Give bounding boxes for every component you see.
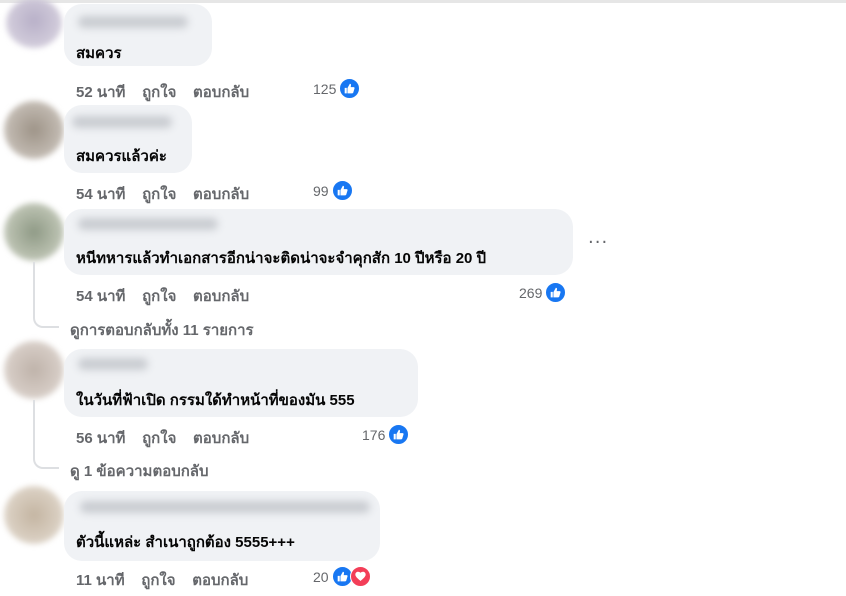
heart-icon [349, 566, 371, 587]
avatar[interactable] [4, 203, 64, 261]
comment-actions: 54 นาที ถูกใจ ตอบกลับ [76, 284, 249, 308]
more-options-icon[interactable]: ··· [588, 232, 608, 253]
commenter-name-blurred[interactable] [72, 116, 172, 128]
comment-text: ตัวนี้แหล่ะ สำเนาถูกต้อง 5555+++ [76, 534, 295, 551]
reaction-count[interactable]: 20 [313, 566, 371, 587]
reaction-number: 20 [313, 568, 329, 585]
thumbs-up-icon [388, 424, 410, 445]
comment-time[interactable]: 54 นาที [76, 186, 125, 203]
reply-thread-line [33, 400, 59, 469]
avatar[interactable] [4, 486, 64, 544]
comment-text: หนีทหารแล้วทำเอกสารอีกน่าจะติดน่าจะจำคุก… [76, 250, 487, 267]
thumbs-up-icon [331, 180, 353, 201]
reaction-number: 176 [362, 426, 386, 443]
comment-time[interactable]: 52 นาที [76, 84, 125, 101]
reaction-count[interactable]: 99 [313, 180, 353, 201]
reaction-count[interactable]: 125 [313, 78, 361, 99]
like-button[interactable]: ถูกใจ [142, 84, 176, 101]
reaction-number: 125 [313, 80, 337, 97]
comment-actions: 56 นาที ถูกใจ ตอบกลับ [76, 426, 249, 450]
like-button[interactable]: ถูกใจ [142, 186, 176, 203]
reaction-count[interactable]: 176 [362, 424, 410, 445]
avatar[interactable] [4, 101, 64, 159]
top-divider [0, 0, 846, 3]
comment-time[interactable]: 56 นาที [76, 430, 125, 447]
commenter-name-blurred[interactable] [80, 501, 370, 513]
commenter-name-blurred[interactable] [78, 16, 188, 28]
like-button[interactable]: ถูกใจ [141, 572, 175, 589]
view-replies-link[interactable]: ดู 1 ข้อความตอบกลับ [70, 459, 209, 483]
thumbs-up-icon [339, 78, 361, 99]
commenter-name-blurred[interactable] [78, 218, 218, 230]
comment-text: สมควรแล้วค่ะ [76, 148, 167, 165]
reaction-count[interactable]: 269 [519, 282, 567, 303]
thumbs-up-icon [545, 282, 567, 303]
comment-time[interactable]: 11 นาที [76, 572, 125, 589]
reply-button[interactable]: ตอบกลับ [192, 572, 248, 589]
comment-actions: 11 นาที ถูกใจ ตอบกลับ [76, 568, 248, 592]
reply-button[interactable]: ตอบกลับ [193, 430, 249, 447]
comment-actions: 54 นาที ถูกใจ ตอบกลับ [76, 182, 249, 206]
like-button[interactable]: ถูกใจ [142, 288, 176, 305]
commenter-name-blurred[interactable] [78, 358, 148, 370]
comment-text: ในวันที่ฟ้าเปิด กรรมใด้ทำหน้าที่ของมัน 5… [76, 392, 355, 409]
reply-thread-line [33, 262, 59, 328]
reaction-number: 269 [519, 284, 543, 301]
reply-button[interactable]: ตอบกลับ [193, 84, 249, 101]
comment-time[interactable]: 54 นาที [76, 288, 125, 305]
avatar[interactable] [6, 0, 62, 48]
avatar[interactable] [4, 341, 64, 399]
reaction-number: 99 [313, 182, 329, 199]
reply-button[interactable]: ตอบกลับ [193, 288, 249, 305]
view-replies-link[interactable]: ดูการตอบกลับทั้ง 11 รายการ [70, 318, 254, 342]
comment-text: สมควร [76, 45, 122, 62]
reply-button[interactable]: ตอบกลับ [193, 186, 249, 203]
comment-actions: 52 นาที ถูกใจ ตอบกลับ [76, 80, 249, 104]
like-button[interactable]: ถูกใจ [142, 430, 176, 447]
